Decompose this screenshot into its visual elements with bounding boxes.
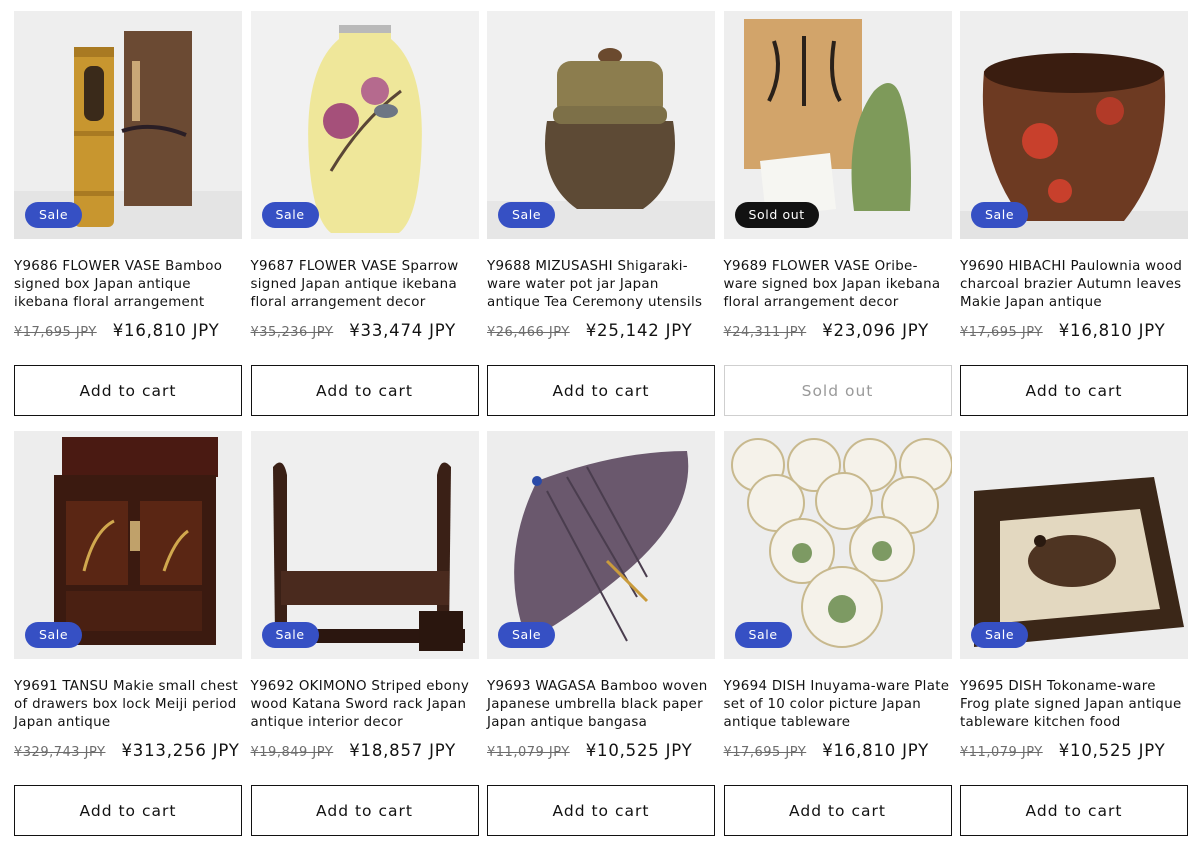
price-row: ¥11,079 JPY ¥10,525 JPY (960, 741, 1188, 771)
sold-out-badge: Sold out (734, 202, 819, 228)
product-title-link[interactable]: Y9688 MIZUSASHI Shigaraki-ware water pot… (487, 258, 715, 314)
add-to-cart-button[interactable]: Add to cart (487, 365, 715, 416)
product-title-link[interactable]: Y9689 FLOWER VASE Oribe-ware signed box … (724, 258, 952, 314)
product-title-link[interactable]: Y9692 OKIMONO Striped ebony wood Katana … (251, 678, 479, 734)
sale-price: ¥16,810 JPY (112, 321, 220, 340)
sale-price: ¥23,096 JPY (822, 321, 930, 340)
product-image[interactable]: Sale (487, 431, 715, 659)
product-image[interactable]: Sale (250, 431, 479, 659)
sale-price: ¥16,810 JPY (1058, 321, 1166, 340)
product-title-link[interactable]: Y9686 FLOWER VASE Bamboo signed box Japa… (14, 258, 242, 314)
sale-price: ¥10,525 JPY (1058, 741, 1166, 760)
product-image[interactable]: Sale (14, 11, 242, 239)
product-card: Sale Y9686 FLOWER VASE Bamboo signed box… (14, 11, 242, 431)
product-card: Sale Y9693 WAGASA Bamboo woven Japanese … (487, 431, 715, 851)
sale-badge: Sale (971, 202, 1029, 228)
product-card: Sale Y9694 DISH Inuyama-ware Plate set o… (723, 431, 952, 851)
sale-price: ¥33,474 JPY (349, 321, 457, 340)
sale-price: ¥10,525 JPY (585, 741, 693, 760)
regular-price: ¥17,695 JPY (960, 325, 1043, 340)
product-grid: Sale Y9686 FLOWER VASE Bamboo signed box… (0, 0, 1200, 851)
regular-price: ¥17,695 JPY (723, 745, 807, 760)
regular-price: ¥11,079 JPY (960, 745, 1043, 760)
add-to-cart-button[interactable]: Add to cart (250, 785, 479, 836)
price-row: ¥35,236 JPY ¥33,474 JPY (251, 321, 479, 351)
sale-badge: Sale (25, 202, 83, 228)
add-to-cart-button[interactable]: Add to cart (250, 365, 479, 416)
product-image[interactable]: Sale (723, 431, 952, 659)
product-image[interactable]: Sold out (723, 11, 952, 239)
sale-price: ¥16,810 JPY (822, 741, 930, 760)
add-to-cart-button[interactable]: Add to cart (14, 785, 242, 836)
product-title-link[interactable]: Y9691 TANSU Makie small chest of drawers… (14, 678, 242, 734)
price-row: ¥24,311 JPY ¥23,096 JPY (724, 321, 952, 351)
price-row: ¥19,849 JPY ¥18,857 JPY (251, 741, 479, 771)
regular-price: ¥11,079 JPY (487, 745, 570, 760)
product-card: Sale Y9687 FLOWER VASE Sparrow signed Ja… (250, 11, 479, 431)
product-title-link[interactable]: Y9693 WAGASA Bamboo woven Japanese umbre… (487, 678, 715, 734)
product-image[interactable]: Sale (960, 11, 1188, 239)
sale-badge: Sale (498, 622, 556, 648)
product-card: Sold out Y9689 FLOWER VASE Oribe-ware si… (723, 11, 952, 431)
product-image[interactable]: Sale (14, 431, 242, 659)
sale-badge: Sale (498, 202, 556, 228)
sale-badge: Sale (261, 202, 319, 228)
add-to-cart-button[interactable]: Add to cart (14, 365, 242, 416)
sale-badge: Sale (734, 622, 792, 648)
add-to-cart-button[interactable]: Add to cart (487, 785, 715, 836)
add-to-cart-button[interactable]: Add to cart (723, 785, 952, 836)
add-to-cart-button[interactable]: Add to cart (960, 785, 1188, 836)
regular-price: ¥24,311 JPY (723, 325, 807, 340)
price-row: ¥329,743 JPY ¥313,256 JPY (14, 741, 242, 771)
product-title-link[interactable]: Y9690 HIBACHI Paulownia wood charcoal br… (960, 258, 1188, 314)
sale-price: ¥18,857 JPY (349, 741, 457, 760)
sale-price: ¥313,256 JPY (121, 741, 240, 760)
sold-out-button: Sold out (723, 365, 952, 416)
product-image[interactable]: Sale (250, 11, 479, 239)
sale-price: ¥25,142 JPY (585, 321, 693, 340)
regular-price: ¥26,466 JPY (487, 325, 570, 340)
sale-badge: Sale (25, 622, 83, 648)
regular-price: ¥19,849 JPY (250, 745, 334, 760)
product-title-link[interactable]: Y9687 FLOWER VASE Sparrow signed Japan a… (251, 258, 479, 314)
product-card: Sale Y9688 MIZUSASHI Shigaraki-ware wate… (487, 11, 715, 431)
sale-badge: Sale (971, 622, 1029, 648)
price-row: ¥17,695 JPY ¥16,810 JPY (14, 321, 242, 351)
product-title-link[interactable]: Y9695 DISH Tokoname-ware Frog plate sign… (960, 678, 1188, 734)
product-card: Sale Y9695 DISH Tokoname-ware Frog plate… (960, 431, 1188, 851)
product-card: Sale Y9690 HIBACHI Paulownia wood charco… (960, 11, 1188, 431)
product-image[interactable]: Sale (960, 431, 1188, 659)
price-row: ¥26,466 JPY ¥25,142 JPY (487, 321, 715, 351)
product-image[interactable]: Sale (487, 11, 715, 239)
price-row: ¥17,695 JPY ¥16,810 JPY (724, 741, 952, 771)
regular-price: ¥35,236 JPY (250, 325, 334, 340)
price-row: ¥11,079 JPY ¥10,525 JPY (487, 741, 715, 771)
regular-price: ¥329,743 JPY (14, 745, 106, 760)
sale-badge: Sale (261, 622, 319, 648)
regular-price: ¥17,695 JPY (14, 325, 97, 340)
add-to-cart-button[interactable]: Add to cart (960, 365, 1188, 416)
product-card: Sale Y9691 TANSU Makie small chest of dr… (14, 431, 242, 851)
product-title-link[interactable]: Y9694 DISH Inuyama-ware Plate set of 10 … (724, 678, 952, 734)
product-card: Sale Y9692 OKIMONO Striped ebony wood Ka… (250, 431, 479, 851)
price-row: ¥17,695 JPY ¥16,810 JPY (960, 321, 1188, 351)
